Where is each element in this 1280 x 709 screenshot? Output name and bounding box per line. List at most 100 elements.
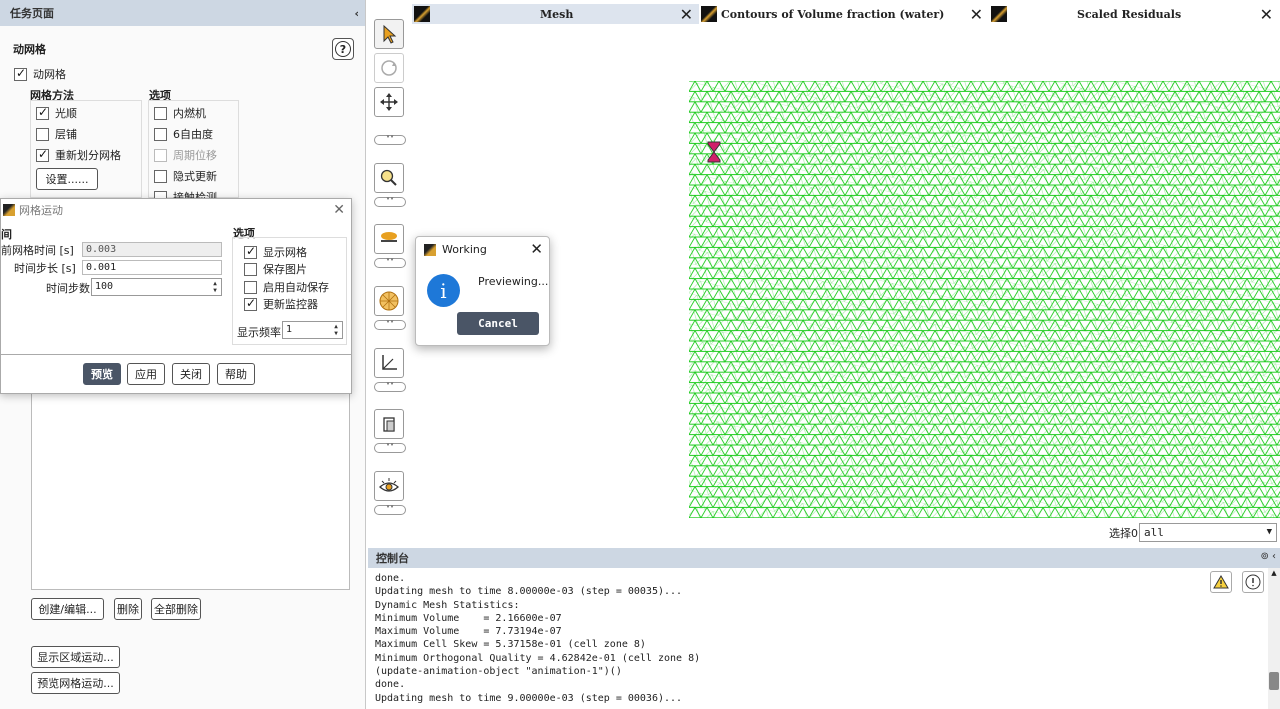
collapse-icon[interactable]: ‹ [354,7,359,20]
checkbox-box[interactable] [244,296,257,311]
option-save-picture[interactable]: 保存图片 [244,261,307,277]
option-autosave[interactable]: 启用自动保存 [244,279,329,295]
preview-button[interactable]: 预览 [83,363,121,385]
help-button[interactable]: ? [332,38,354,60]
warning-icon[interactable] [1210,571,1232,593]
zoom-tool[interactable] [374,163,404,193]
option-ic-engine[interactable]: 内燃机 [154,105,206,121]
scroll-up-icon[interactable]: ▲ [1269,569,1279,579]
clip-icon [383,417,395,432]
current-time-field: 0.003 [82,242,222,257]
more-tools-icon[interactable]: ˅˅ [374,505,406,515]
app-icon [3,204,15,216]
time-step-field[interactable]: 0.001 [82,260,222,275]
close-icon[interactable]: ✕ [680,5,693,24]
console-header: 控制台 ⊚ ‹ [368,548,1280,568]
scrollbar-thumb[interactable] [1269,672,1279,690]
axes-tool[interactable] [374,348,404,378]
more-tools-icon[interactable]: ˅˅ [374,197,406,207]
app-icon [414,6,430,22]
clip-tool[interactable] [374,409,404,439]
console-controls-icon[interactable]: ⊚ ‹ [1260,551,1276,562]
app-icon [424,243,436,256]
dynamic-mesh-checkbox[interactable]: 动网格 [14,66,66,82]
checkbox-box[interactable] [154,148,167,162]
checkbox-box[interactable] [36,147,49,162]
checkbox-box[interactable] [36,127,49,141]
select-label: 选择0 [1109,527,1138,540]
option-update-monitors[interactable]: 更新监控器 [244,296,318,312]
pan-icon [380,93,398,111]
close-button[interactable]: 关闭 [172,363,210,385]
checkbox-box[interactable] [244,280,257,294]
checkbox-label: 启用自动保存 [263,281,329,294]
more-tools-icon[interactable]: ˅˅ [374,320,406,330]
checkbox-box[interactable] [154,127,167,141]
option-periodic-displacement[interactable]: 周期位移 [154,147,217,163]
select-dropdown[interactable]: all ▼ [1139,523,1277,542]
spinner-value: 1 [286,324,293,335]
num-steps-label: 时间步数 [46,282,90,295]
tab-scaled-residuals[interactable]: Scaled Residuals ✕ [989,4,1279,24]
chevron-down-icon[interactable]: ▼ [1267,524,1272,541]
more-tools-icon[interactable]: ˅˅ [374,135,406,145]
view-tool[interactable] [374,471,404,501]
mesh-graphics-view[interactable] [689,81,1280,518]
working-titlebar[interactable]: Working [424,243,487,256]
select-pointer-tool[interactable] [374,19,404,49]
close-icon[interactable]: ✕ [530,240,543,258]
checkbox-box[interactable] [154,169,167,183]
console-line: Minimum Volume = 2.16600e-07 [375,612,562,624]
dialog-title: 网格运动 [19,204,63,217]
method-smoothing[interactable]: 光顺 [36,105,77,121]
more-tools-icon[interactable]: ˅˅ [374,258,406,268]
more-tools-icon[interactable]: ˅˅ [374,443,406,453]
option-display-mesh[interactable]: 显示网格 [244,244,307,260]
console-output[interactable]: done. Updating mesh to time 8.00000e-03 … [368,568,1268,709]
close-icon[interactable]: ✕ [970,5,983,24]
option-six-dof[interactable]: 6自由度 [154,126,213,142]
display-zone-motion-button[interactable]: 显示区域运动... [31,646,120,668]
more-tools-icon[interactable]: ˅˅ [374,382,406,392]
console-line: done. [375,679,406,691]
checkbox-box[interactable] [14,66,27,81]
rotate-tool[interactable] [374,53,404,83]
info-icon: i [427,274,460,307]
create-edit-button[interactable]: 创建/编辑... [31,598,104,620]
settings-button[interactable]: 设置...... [36,168,98,190]
checkbox-label: 周期位移 [173,149,217,162]
pan-tool[interactable] [374,87,404,117]
mesh-motion-titlebar[interactable]: 网格运动 ✕ [1,199,351,221]
display-freq-spinner[interactable]: 1 ▲ ▼ [282,321,343,339]
checkbox-box[interactable] [36,105,49,120]
app-icon [991,6,1007,22]
current-time-label: 前网格时间 [s] [1,244,74,257]
spinner-arrows-icon[interactable]: ▲ ▼ [211,280,219,294]
help-dialog-button[interactable]: 帮助 [217,363,255,385]
spinner-arrows-icon[interactable]: ▲ ▼ [332,323,340,337]
info-circle-icon[interactable] [1242,571,1264,593]
checkbox-box[interactable] [154,106,167,120]
option-implicit-update[interactable]: 隐式更新 [154,168,217,184]
surface-icon [381,232,397,242]
close-icon[interactable]: ✕ [1260,5,1273,24]
mesh-display-tool[interactable] [374,286,404,316]
dynamic-zones-list[interactable] [31,392,350,590]
tab-mesh[interactable]: Mesh ✕ [412,4,699,24]
tab-contours[interactable]: Contours of Volume fraction (water) ✕ [699,4,989,24]
task-panel-title: 任务页面 [10,7,54,20]
cancel-button[interactable]: Cancel [457,312,539,335]
method-layering[interactable]: 层铺 [36,126,77,142]
console-scrollbar[interactable]: ▲ [1268,568,1280,709]
num-steps-spinner[interactable]: 100 ▲ ▼ [91,278,222,296]
close-icon[interactable]: ✕ [333,202,345,218]
delete-button[interactable]: 删除 [114,598,142,620]
apply-button[interactable]: 应用 [127,363,165,385]
checkbox-box[interactable] [244,262,257,276]
checkbox-box[interactable] [244,244,257,259]
console-line: Updating mesh to time 9.00000e-03 (step … [375,692,683,704]
delete-all-button[interactable]: 全部删除 [151,598,201,620]
preview-mesh-motion-button[interactable]: 预览网格运动... [31,672,120,694]
method-remeshing[interactable]: 重新划分网格 [36,147,121,163]
surface-display-tool[interactable] [374,224,404,254]
